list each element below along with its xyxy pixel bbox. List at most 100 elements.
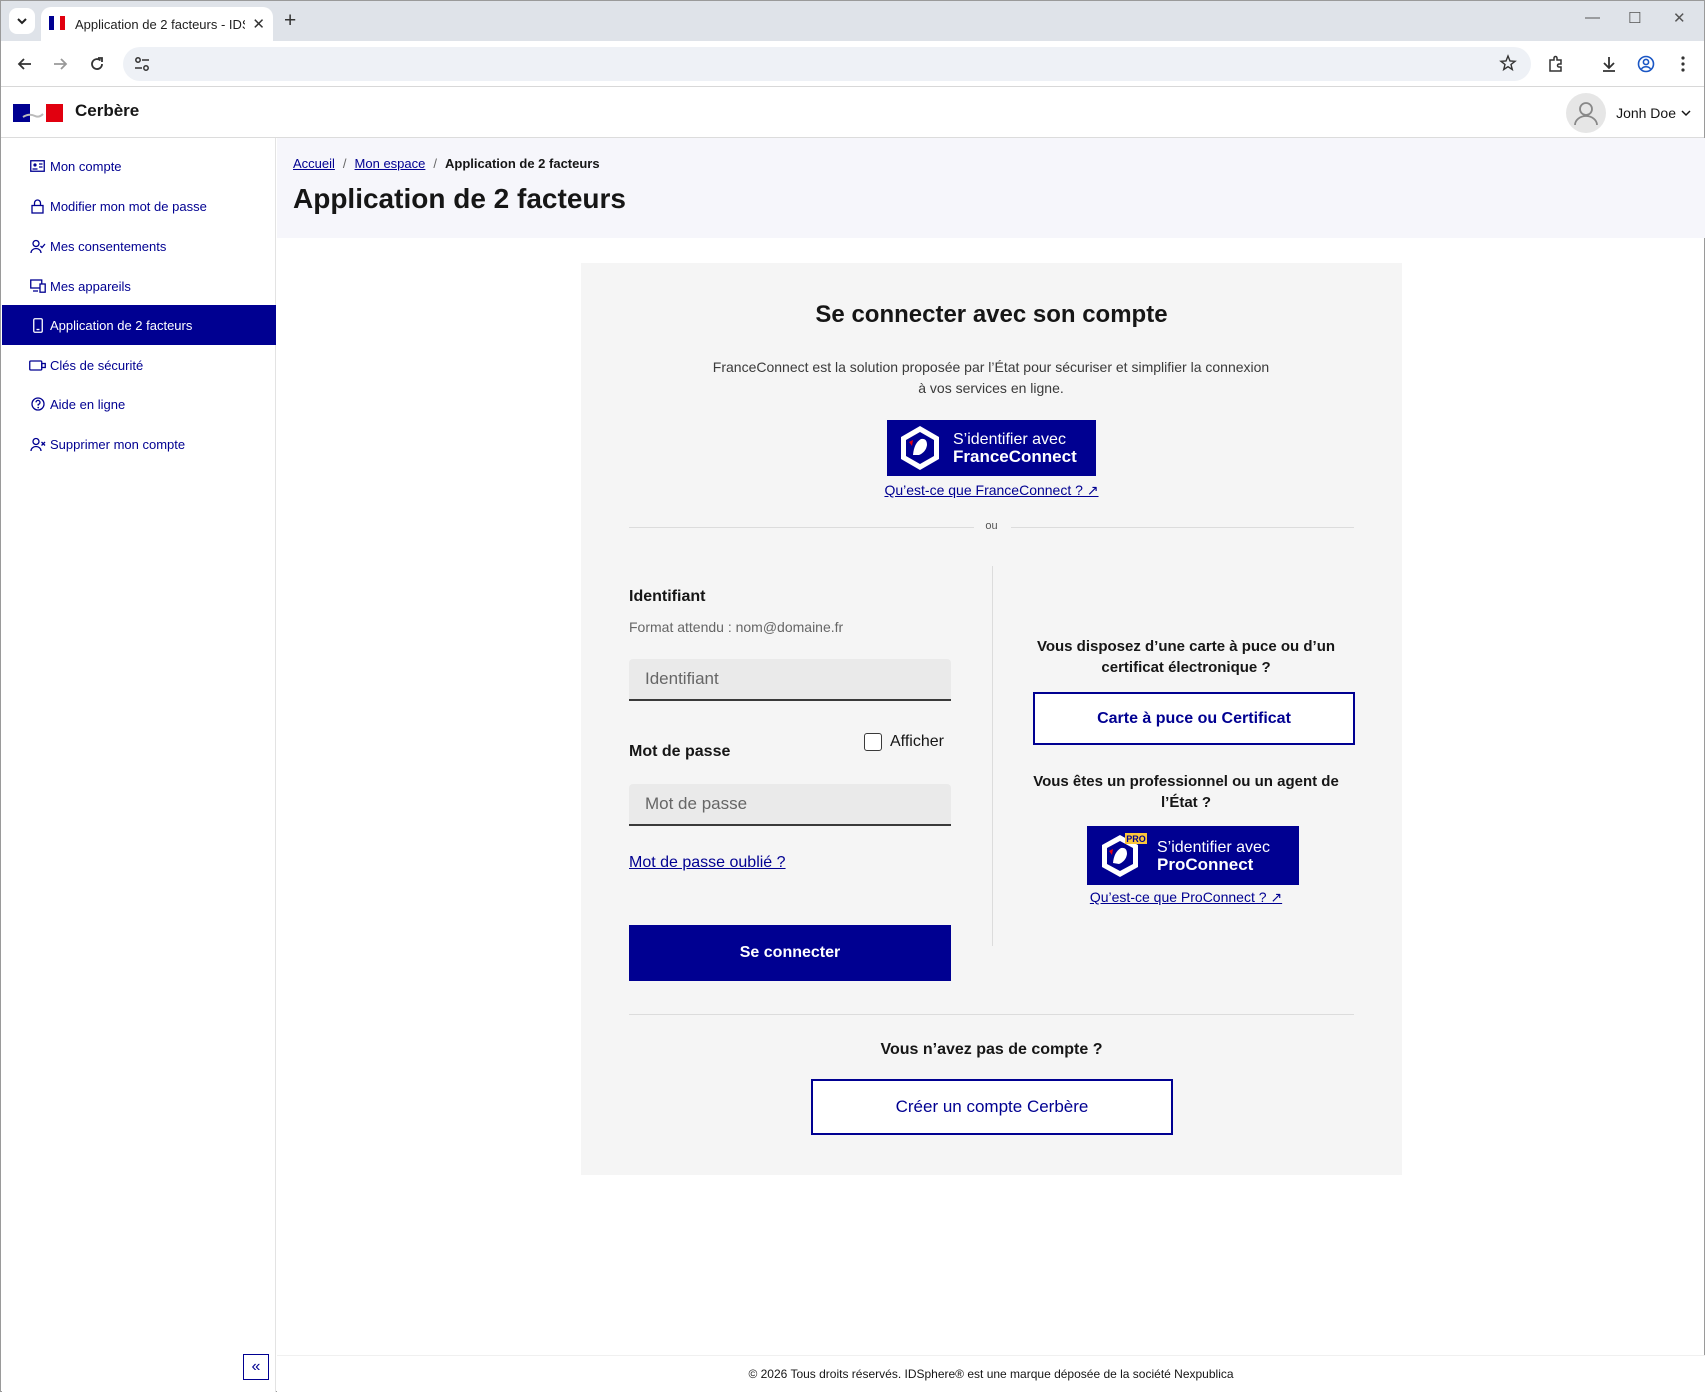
profile-icon[interactable]: [1634, 52, 1658, 76]
user-remove-icon: [29, 436, 46, 453]
maximize-icon[interactable]: ☐: [1628, 9, 1641, 27]
forward-button[interactable]: [48, 52, 72, 76]
tab-close-icon[interactable]: ✕: [252, 15, 265, 33]
password-field[interactable]: [629, 784, 951, 826]
proconnect-button-line1: S’identifier avec: [1157, 838, 1270, 856]
reload-icon: [91, 57, 103, 70]
browser-tab[interactable]: Application de 2 facteurs - IDSphere ✕: [41, 7, 273, 41]
browser-menu-icon[interactable]: [1671, 52, 1695, 76]
security-key-icon: [29, 357, 46, 374]
bookmark-star-icon[interactable]: [1499, 54, 1517, 77]
proconnect-button-line2: ProConnect: [1157, 854, 1254, 874]
sidebar-item-label: Mon compte: [50, 158, 122, 174]
user-avatar-icon: [1574, 102, 1598, 126]
sidebar-item-mes-consentements[interactable]: Mes consentements: [2, 226, 276, 266]
sidebar-item-label: Modifier mon mot de passe: [50, 198, 207, 214]
sidebar-item-aide-en-ligne[interactable]: Aide en ligne: [2, 384, 276, 424]
franceconnect-description: FranceConnect est la solution proposée p…: [712, 359, 1270, 396]
breadcrumb-link-accueil[interactable]: Accueil: [293, 156, 335, 171]
marianne-logo-icon[interactable]: [13, 104, 63, 122]
sidebar-item-modifier-mot-de-passe[interactable]: Modifier mon mot de passe: [2, 186, 276, 226]
proconnect-badge: PRO: [1126, 834, 1146, 844]
identifiant-label: Identifiant: [629, 588, 706, 605]
sidebar-item-cles-securite[interactable]: Clés de sécurité: [2, 345, 276, 385]
proconnect-button-text: S’identifier avec ProConnect: [1157, 839, 1270, 873]
browser-window: Application de 2 facteurs - IDSphere ✕ +…: [0, 0, 1705, 1392]
marianne-favicon-icon: [49, 16, 67, 32]
proconnect-logo-icon: PRO: [1102, 832, 1147, 877]
login-title: Se connecter avec son compte: [815, 301, 1168, 328]
tab-strip: Application de 2 facteurs - IDSphere ✕ +…: [1, 1, 1704, 41]
proconnect-info: Qu’est-ce que ProConnect ? ↗: [1026, 889, 1346, 906]
identifiant-field[interactable]: [629, 659, 951, 701]
minimize-icon[interactable]: —: [1585, 9, 1600, 26]
sidebar: Mon compte Modifier mon mot de passe Mes…: [2, 138, 276, 1392]
identifiant-input[interactable]: [645, 669, 935, 689]
sidebar-item-mes-appareils[interactable]: Mes appareils: [2, 266, 276, 306]
tab-search-button[interactable]: [9, 8, 35, 34]
window-close-icon[interactable]: ✕: [1673, 9, 1686, 27]
proconnect-info-link[interactable]: Qu’est-ce que ProConnect ? ↗: [1090, 889, 1282, 905]
help-icon: [29, 396, 46, 413]
separator-line: [1011, 527, 1354, 528]
app-brand[interactable]: Cerbère: [75, 101, 139, 121]
site-settings-icon[interactable]: [133, 55, 151, 78]
smartphone-icon: [29, 317, 46, 334]
address-bar[interactable]: [123, 47, 1531, 81]
download-icon[interactable]: [1597, 52, 1621, 76]
chevron-down-icon: [1680, 107, 1692, 119]
avatar: [1566, 93, 1607, 133]
back-button[interactable]: [13, 52, 37, 76]
breadcrumb: Accueil / Mon espace / Application de 2 …: [293, 156, 600, 171]
devices-icon: [29, 278, 46, 295]
sidebar-item-label: Mes consentements: [50, 238, 167, 254]
section-divider: [629, 1014, 1354, 1015]
reload-button[interactable]: [85, 52, 109, 76]
breadcrumb-separator: /: [433, 156, 437, 171]
sidebar-item-application-2-facteurs[interactable]: Application de 2 facteurs: [2, 305, 276, 345]
franceconnect-button-line1: S’identifier avec: [953, 431, 1066, 448]
browser-toolbar: [1, 41, 1704, 87]
user-check-icon: [29, 238, 46, 255]
password-label: Mot de passe: [629, 743, 731, 760]
create-account-button[interactable]: Créer un compte Cerbère: [811, 1079, 1173, 1135]
lock-icon: [29, 198, 46, 215]
pro-question: Vous êtes un professionnel ou un agent d…: [1033, 773, 1339, 811]
forgot-password-link[interactable]: Mot de passe oublié ?: [629, 854, 786, 872]
sidebar-item-label: Clés de sécurité: [50, 357, 144, 373]
franceconnect-info-link[interactable]: Qu’est-ce que FranceConnect ? ↗: [884, 482, 1098, 498]
sidebar-item-mon-compte[interactable]: Mon compte: [2, 146, 276, 186]
chevron-double-left-icon: «: [251, 1358, 261, 1375]
smartcard-question: Vous disposez d’une carte à puce ou d’un…: [1036, 638, 1336, 676]
franceconnect-button[interactable]: S’identifier avec FranceConnect: [887, 420, 1096, 476]
footer-copyright: © 2026 Tous droits réservés. IDSphere® e…: [277, 1355, 1705, 1392]
smartcard-button[interactable]: Carte à puce ou Certificat: [1033, 692, 1355, 745]
tab-title: Application de 2 facteurs - IDSphere: [75, 16, 245, 32]
user-menu[interactable]: Jonh Doe: [1566, 93, 1692, 133]
franceconnect-button-line2: FranceConnect: [953, 447, 1077, 466]
id-card-icon: [29, 158, 46, 175]
identifiant-hint: Format attendu : nom@domaine.fr: [629, 619, 844, 635]
collapse-sidebar-button[interactable]: «: [243, 1354, 269, 1380]
sidebar-item-label: Mes appareils: [50, 278, 131, 294]
franceconnect-button-text: S’identifier avec FranceConnect: [953, 431, 1077, 465]
app-header: Cerbère Jonh Doe: [1, 88, 1704, 138]
show-password-checkbox[interactable]: [864, 733, 882, 751]
sidebar-item-label: Application de 2 facteurs: [50, 317, 193, 333]
page-header: Accueil / Mon espace / Application de 2 …: [277, 138, 1705, 238]
password-input[interactable]: [645, 794, 935, 814]
breadcrumb-link-mon-espace[interactable]: Mon espace: [355, 156, 426, 171]
show-password-label: Afficher: [890, 733, 944, 750]
submit-login-button[interactable]: Se connecter: [629, 925, 951, 981]
franceconnect-logo-icon: [901, 426, 939, 470]
show-password-toggle[interactable]: Afficher: [864, 733, 944, 751]
chevron-down-icon: [17, 18, 27, 25]
sidebar-item-supprimer-compte[interactable]: Supprimer mon compte: [2, 424, 276, 464]
new-tab-button[interactable]: +: [284, 9, 296, 33]
proconnect-button[interactable]: PRO S’identifier avec ProConnect: [1087, 826, 1299, 885]
or-label: ou: [985, 520, 998, 532]
user-name: Jonh Doe: [1616, 105, 1676, 121]
breadcrumb-current: Application de 2 facteurs: [445, 156, 600, 171]
arrow-left-icon: [17, 58, 31, 70]
extensions-icon[interactable]: [1544, 52, 1568, 76]
